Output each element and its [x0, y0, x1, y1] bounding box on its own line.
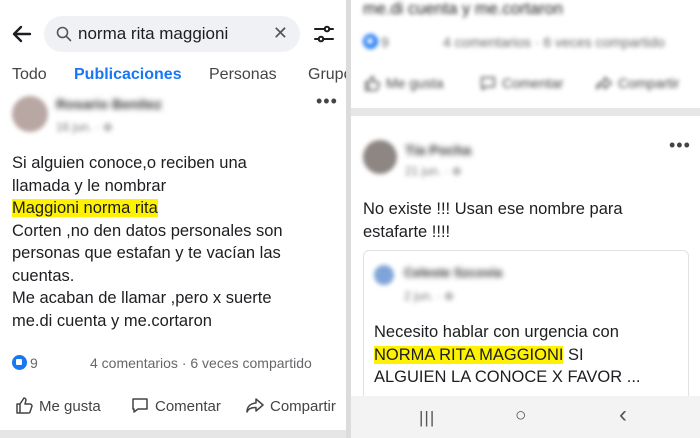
back-arrow-icon[interactable] — [10, 22, 34, 46]
comment-icon — [481, 76, 495, 91]
share-button[interactable]: Compartir — [245, 395, 336, 415]
highlighted-name: Maggioni norma rita — [12, 199, 158, 217]
post-body: Si alguien conoce,o reciben una llamada … — [12, 152, 344, 332]
share-label: Compartir — [618, 75, 680, 91]
post-text-line: Me acaban de llamar ,pero x suerte — [12, 289, 272, 307]
previous-post-text: me.di cuenta y me.cortaron — [363, 0, 563, 18]
comment-button[interactable]: Comentar — [130, 395, 221, 415]
post-text-line: ALGUIEN LA CONOCE X FAVOR ... — [374, 368, 641, 386]
post-text-fragment: SI — [563, 345, 584, 364]
highlighted-name: NORMA RITA MAGGIONI — [374, 345, 564, 364]
post-text-line: personas que estafan y te vacían las — [12, 244, 281, 262]
previous-post-actions: Me gusta Comentar Compartir — [363, 74, 697, 94]
reaction-count: 9 — [381, 34, 389, 50]
comment-icon — [132, 398, 148, 413]
tab-publicaciones[interactable]: Publicaciones — [74, 66, 182, 84]
post-text-line: estafarte !!!! — [363, 222, 451, 241]
like-label: Me gusta — [39, 398, 101, 415]
like-button[interactable]: Me gusta — [363, 74, 444, 92]
home-icon[interactable]: ○ — [515, 405, 526, 427]
search-input[interactable]: norma rita maggioni ✕ — [44, 16, 300, 52]
share-button[interactable]: Compartir — [595, 74, 679, 92]
comments-shares: 4 comentarios · 6 veces compartido — [443, 34, 665, 50]
tab-grupos[interactable]: Grupos — [308, 66, 346, 84]
share-label: Compartir — [270, 398, 336, 415]
shared-post-body: Necesito hablar con urgencia con NORMA R… — [374, 321, 688, 389]
system-navigation-bar: ||| ○ ‹ — [351, 396, 700, 438]
like-button[interactable]: Me gusta — [14, 395, 101, 415]
post-text-line: cuentas. — [12, 266, 75, 285]
shared-post-author[interactable]: Celeste Szcovia — [404, 265, 502, 280]
reaction-count[interactable]: 9 — [30, 355, 38, 371]
post-body: No existe !!! Usan ese nombre para estaf… — [363, 198, 693, 243]
recent-apps-icon[interactable]: ||| — [419, 408, 435, 428]
avatar[interactable] — [363, 140, 397, 174]
more-options-icon[interactable]: ••• — [669, 136, 691, 154]
post-date: 16 jun. · ⊕ — [56, 120, 113, 134]
post-text-line: Corten ,no den datos personales son — [12, 221, 283, 240]
post-stats: 9 — [12, 355, 38, 371]
post-text-line: llamada y le nombrar — [12, 176, 167, 195]
comment-button[interactable]: Comentar — [479, 74, 563, 92]
comment-label: Comentar — [502, 75, 564, 91]
post-author[interactable]: Tía Pocha — [405, 142, 471, 158]
comments-shares[interactable]: 4 comentarios · 6 veces compartido — [90, 355, 312, 371]
post-text-line: Necesito hablar con urgencia con — [374, 323, 619, 341]
post-text-line: No existe !!! Usan ese nombre para — [363, 200, 623, 218]
search-results-panel: norma rita maggioni ✕ Todo Publicaciones… — [0, 0, 346, 438]
clear-search-icon[interactable]: ✕ — [273, 23, 288, 44]
avatar — [374, 265, 394, 285]
share-icon — [596, 76, 613, 90]
thumbs-up-icon — [16, 397, 33, 414]
like-reaction-icon — [12, 355, 27, 370]
tab-todo[interactable]: Todo — [12, 66, 47, 84]
shared-post-date: 2 jun. · ⊕ — [404, 289, 455, 303]
post-date: 21 jun. · ⊕ — [405, 164, 462, 178]
post-comments-panel: me.di cuenta y me.cortaron 9 4 comentari… — [351, 0, 700, 438]
avatar[interactable] — [12, 96, 48, 132]
more-options-icon[interactable]: ••• — [316, 92, 338, 110]
post-author[interactable]: Rosario Benítez — [56, 96, 162, 112]
post-text-line: Si alguien conoce,o reciben una — [12, 154, 247, 172]
tab-personas[interactable]: Personas — [209, 66, 277, 84]
previous-post-stats: 9 — [363, 34, 389, 50]
thumbs-up-icon — [365, 76, 380, 91]
comment-label: Comentar — [155, 398, 221, 415]
search-tabs: Todo Publicaciones Personas Grupos — [0, 66, 346, 94]
filter-icon[interactable] — [312, 22, 336, 46]
share-icon — [246, 398, 264, 413]
nav-back-icon[interactable]: ‹ — [619, 401, 627, 429]
like-reaction-icon — [363, 34, 378, 49]
divider — [0, 430, 346, 438]
post-actions: Me gusta Comentar Compartir — [12, 395, 346, 417]
divider — [351, 108, 700, 116]
shared-post-card[interactable]: Celeste Szcovia 2 jun. · ⊕ Necesito habl… — [363, 250, 689, 410]
search-bar: norma rita maggioni ✕ — [0, 14, 346, 54]
post-text-line: me.di cuenta y me.cortaron — [12, 311, 212, 330]
search-icon — [56, 26, 72, 42]
search-query: norma rita maggioni — [78, 24, 229, 43]
like-label: Me gusta — [386, 75, 444, 91]
